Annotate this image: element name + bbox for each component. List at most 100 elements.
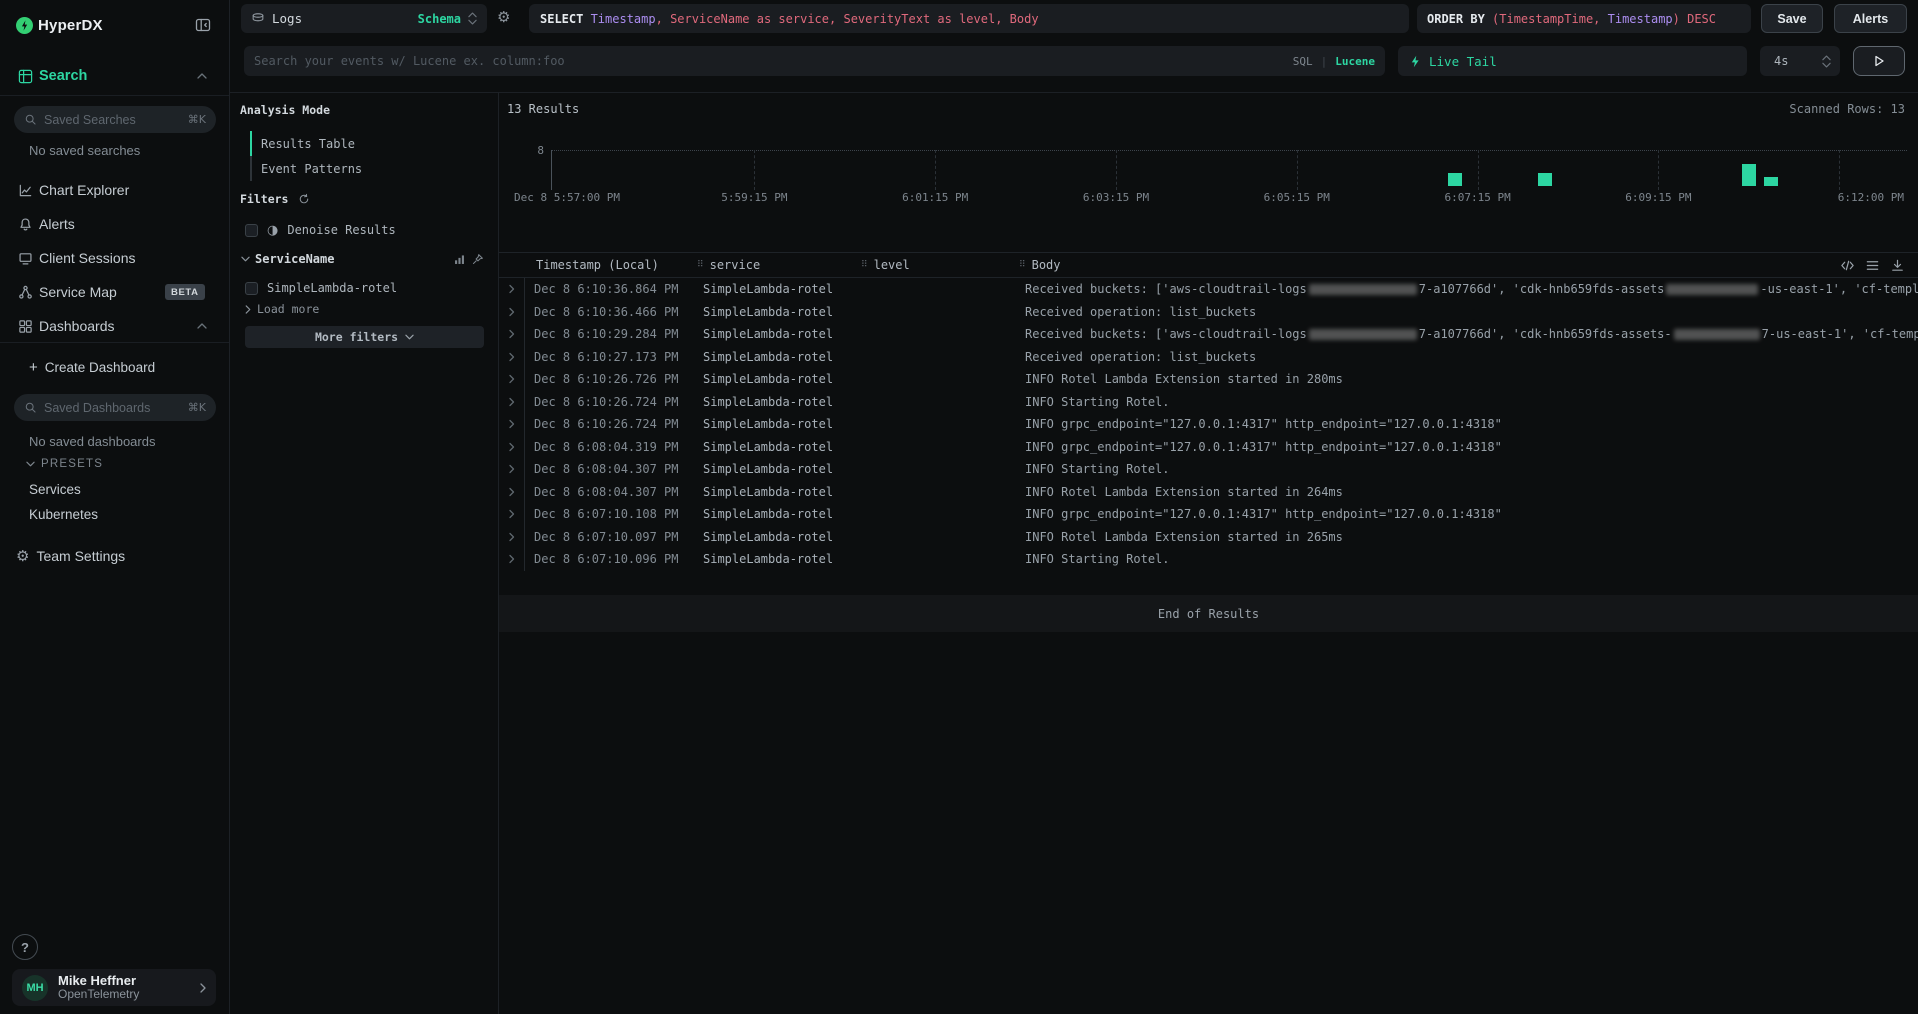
- gridline: [754, 150, 755, 190]
- download-icon[interactable]: [1890, 258, 1905, 273]
- cell-service: SimpleLambda-rotel: [694, 278, 858, 301]
- cell-body: Received operation: list_buckets: [1016, 346, 1918, 369]
- drag-handle-icon[interactable]: ⠿: [697, 260, 704, 270]
- column-header-service[interactable]: ⠿service: [694, 258, 858, 272]
- select-query-editor[interactable]: SELECT Timestamp, ServiceName as service…: [529, 4, 1409, 33]
- column-header-timestamp[interactable]: Timestamp (Local): [524, 258, 694, 272]
- expand-row-icon[interactable]: [499, 526, 524, 549]
- column-header-level[interactable]: ⠿level: [858, 258, 1016, 272]
- log-row[interactable]: Dec 8 6:10:27.173 PMSimpleLambda-rotelRe…: [499, 346, 1918, 369]
- expand-row-icon[interactable]: [499, 436, 524, 459]
- log-row[interactable]: Dec 8 6:10:26.726 PMSimpleLambda-rotelIN…: [499, 368, 1918, 391]
- load-more-button[interactable]: Load more: [245, 299, 319, 319]
- sidebar-item-chart-explorer[interactable]: Chart Explorer: [0, 173, 229, 207]
- log-row[interactable]: Dec 8 6:10:29.284 PMSimpleLambda-rotelRe…: [499, 323, 1918, 346]
- chart-explorer-icon: [18, 183, 33, 198]
- denoise-checkbox[interactable]: [245, 224, 258, 237]
- expand-row-icon[interactable]: [499, 503, 524, 526]
- refresh-interval-select[interactable]: 4s: [1760, 46, 1840, 76]
- sql-mode-toggle[interactable]: SQL: [1293, 55, 1313, 68]
- filter-group-servicename[interactable]: ServiceName: [241, 249, 484, 269]
- filter-value-label[interactable]: SimpleLambda-rotel: [267, 281, 397, 295]
- log-row[interactable]: Dec 8 6:07:10.096 PMSimpleLambda-rotelIN…: [499, 548, 1918, 571]
- cell-level: [858, 481, 1016, 504]
- expand-row-icon[interactable]: [499, 413, 524, 436]
- order-by-editor[interactable]: ORDER BY (TimestampTime, Timestamp) DESC: [1417, 4, 1751, 33]
- analysis-mode-heading: Analysis Mode: [240, 103, 330, 117]
- chevron-up-icon[interactable]: [197, 73, 207, 79]
- alerts-button[interactable]: Alerts: [1834, 4, 1907, 33]
- live-tail-button[interactable]: Live Tail: [1398, 46, 1747, 76]
- redacted-text: [1674, 329, 1760, 340]
- presets-group[interactable]: PRESETS: [0, 455, 229, 473]
- log-row[interactable]: Dec 8 6:08:04.307 PMSimpleLambda-rotelIN…: [499, 458, 1918, 481]
- cell-level: [858, 391, 1016, 414]
- expand-row-icon[interactable]: [499, 548, 524, 571]
- log-row[interactable]: Dec 8 6:10:26.724 PMSimpleLambda-rotelIN…: [499, 413, 1918, 436]
- log-row[interactable]: Dec 8 6:07:10.097 PMSimpleLambda-rotelIN…: [499, 526, 1918, 549]
- chevron-up-icon[interactable]: [197, 323, 207, 329]
- cell-service: SimpleLambda-rotel: [694, 436, 858, 459]
- source-settings-gear-icon[interactable]: ⚙: [497, 8, 510, 26]
- preset-item-kubernetes[interactable]: Kubernetes: [0, 504, 229, 524]
- save-button[interactable]: Save: [1761, 4, 1823, 33]
- create-dashboard-button[interactable]: + Create Dashboard: [0, 353, 229, 381]
- cell-service: SimpleLambda-rotel: [694, 368, 858, 391]
- expand-row-icon[interactable]: [499, 346, 524, 369]
- source-select[interactable]: Logs Schema: [241, 4, 487, 33]
- drag-handle-icon[interactable]: ⠿: [861, 260, 868, 270]
- sidebar-item-search[interactable]: Search: [0, 63, 229, 89]
- pin-icon[interactable]: [471, 253, 484, 266]
- expand-row-icon[interactable]: [499, 301, 524, 324]
- mode-results-table[interactable]: Results Table: [250, 131, 480, 156]
- collapse-sidebar-icon[interactable]: [195, 17, 211, 33]
- help-button[interactable]: ?: [12, 934, 38, 960]
- expand-row-icon[interactable]: [499, 458, 524, 481]
- saved-searches-input[interactable]: [44, 113, 181, 127]
- sidebar-item-alerts[interactable]: Alerts: [0, 207, 229, 241]
- saved-dashboards-input[interactable]: [44, 401, 181, 415]
- log-row[interactable]: Dec 8 6:08:04.319 PMSimpleLambda-rotelIN…: [499, 436, 1918, 459]
- chevron-down-icon: [241, 256, 250, 262]
- expand-row-icon[interactable]: [499, 368, 524, 391]
- log-row[interactable]: Dec 8 6:10:36.864 PMSimpleLambda-rotelRe…: [499, 278, 1918, 301]
- drag-handle-icon[interactable]: ⠿: [1019, 260, 1026, 270]
- sidebar-item-dashboards[interactable]: Dashboards: [0, 309, 229, 343]
- sidebar-item-client-sessions[interactable]: Client Sessions: [0, 241, 229, 275]
- more-filters-button[interactable]: More filters: [245, 326, 484, 348]
- divider: [0, 95, 229, 96]
- code-view-icon[interactable]: [1840, 258, 1855, 273]
- lucene-mode-toggle[interactable]: Lucene: [1335, 55, 1375, 68]
- log-row[interactable]: Dec 8 6:10:26.724 PMSimpleLambda-rotelIN…: [499, 391, 1918, 414]
- mode-separator: |: [1321, 55, 1328, 68]
- row-density-icon[interactable]: [1865, 258, 1880, 273]
- log-table-body: Dec 8 6:10:36.864 PMSimpleLambda-rotelRe…: [499, 278, 1918, 571]
- refresh-icon[interactable]: [298, 193, 310, 205]
- user-card[interactable]: MH Mike Heffner OpenTelemetry: [12, 969, 216, 1006]
- sidebar-item-team-settings[interactable]: ⚙ Team Settings: [0, 543, 229, 569]
- chart-facet-icon[interactable]: [453, 253, 466, 266]
- cell-body: INFO Rotel Lambda Extension started in 2…: [1016, 526, 1918, 549]
- expand-row-icon[interactable]: [499, 323, 524, 346]
- play-button[interactable]: [1853, 46, 1905, 76]
- end-of-results-text: End of Results: [1158, 607, 1259, 621]
- histogram-bar: [1742, 164, 1756, 187]
- filters-heading: Filters: [240, 192, 288, 206]
- service-checkbox[interactable]: [245, 282, 258, 295]
- expand-row-icon[interactable]: [499, 481, 524, 504]
- source-name: Logs: [272, 11, 302, 26]
- preset-item-services[interactable]: Services: [0, 479, 229, 499]
- log-row[interactable]: Dec 8 6:08:04.307 PMSimpleLambda-rotelIN…: [499, 481, 1918, 504]
- redacted-text: [1309, 329, 1417, 340]
- expand-row-icon[interactable]: [499, 391, 524, 414]
- logo-row[interactable]: HyperDX: [0, 8, 229, 42]
- log-row[interactable]: Dec 8 6:07:10.108 PMSimpleLambda-rotelIN…: [499, 503, 1918, 526]
- expand-row-icon[interactable]: [499, 278, 524, 301]
- sidebar-item-label: Search: [39, 68, 87, 84]
- search-input[interactable]: [254, 54, 1285, 68]
- schema-link[interactable]: Schema: [418, 12, 461, 26]
- sidebar-item-service-map[interactable]: Service Map BETA: [0, 275, 229, 309]
- column-header-body[interactable]: ⠿Body: [1016, 258, 1918, 272]
- log-row[interactable]: Dec 8 6:10:36.466 PMSimpleLambda-rotelRe…: [499, 301, 1918, 324]
- mode-event-patterns[interactable]: Event Patterns: [250, 156, 480, 181]
